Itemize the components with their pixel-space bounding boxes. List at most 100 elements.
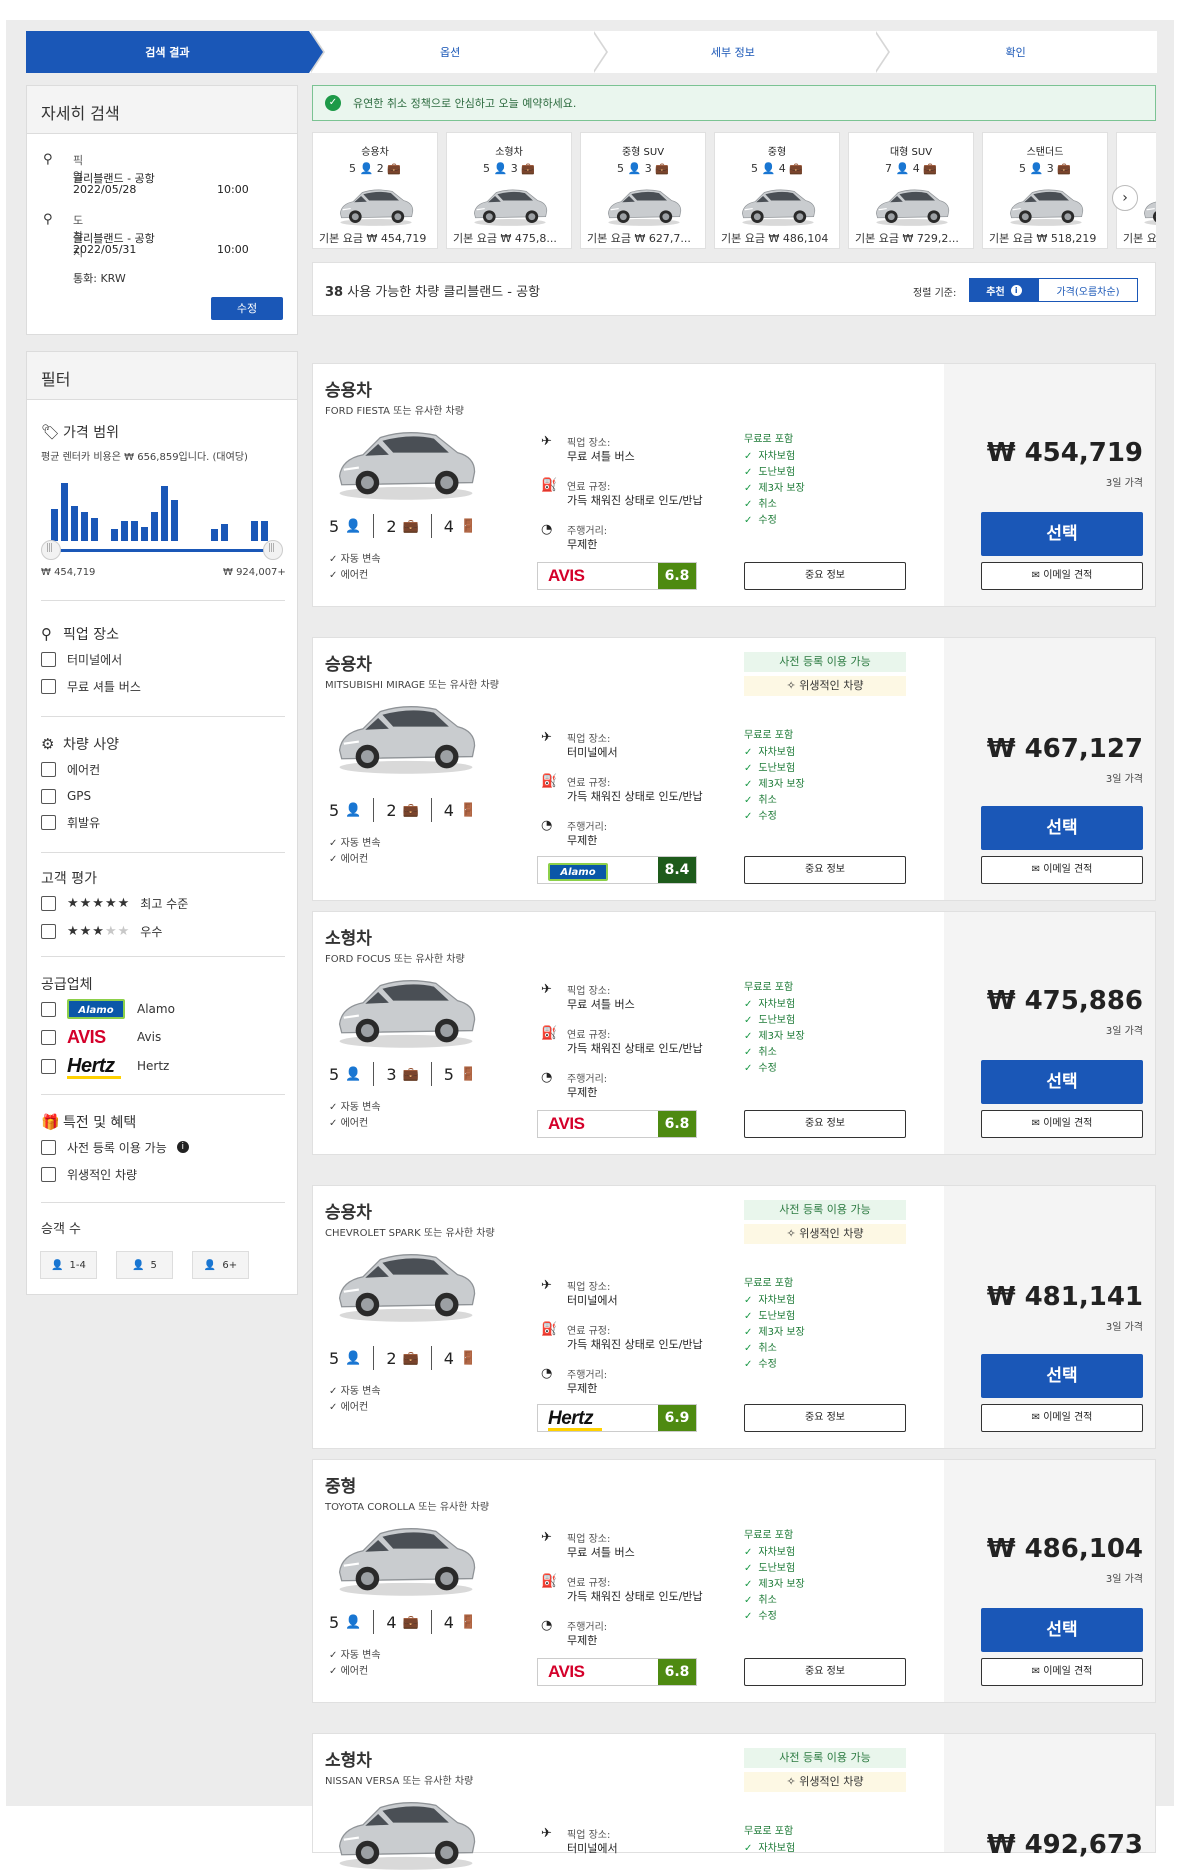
location-pin-icon: ⚲ [43, 152, 53, 167]
included-item: ✓제3자 보장 [744, 479, 805, 494]
pax-5-button[interactable]: 👤5 [116, 1251, 173, 1279]
checkbox[interactable] [41, 652, 56, 667]
plane-icon: ✈ [541, 1530, 552, 1545]
checkbox[interactable] [41, 924, 56, 939]
checkbox[interactable] [41, 1140, 56, 1155]
price-slider-min-handle[interactable] [41, 540, 61, 560]
sort-label: 정렬 기준: [913, 284, 956, 299]
category-card[interactable]: 스탠더드5 👤 3 💼기본 요금 ₩ 518,219 [982, 132, 1108, 249]
fuel-pump-icon: ⛽ [541, 1574, 557, 1589]
category-card[interactable]: 중형 SUV5 👤 3 💼기본 요금 ₩ 627,7... [580, 132, 706, 249]
filter-supplier-avis[interactable]: AVISAvis [41, 1028, 161, 1046]
filter-rating-good[interactable]: ★★★★★우수 [41, 922, 162, 940]
price-slider-track[interactable] [51, 549, 273, 552]
checkbox[interactable] [41, 896, 56, 911]
vendor-rating[interactable]: AVIS6.8 [537, 1110, 697, 1138]
histogram-bar [81, 512, 88, 541]
important-info-button[interactable]: 중요 정보 [744, 856, 906, 884]
step-2[interactable]: 옵션 [309, 31, 592, 73]
vendor-rating[interactable]: Alamo8.4 [537, 856, 697, 884]
envelope-icon: ✉ [1032, 1412, 1040, 1423]
checkbox[interactable] [41, 789, 56, 804]
important-info-button[interactable]: 중요 정보 [744, 562, 906, 590]
clean-vehicle-badge: ✧ 위생적인 차량 [744, 1772, 906, 1792]
important-info-button[interactable]: 중요 정보 [744, 1658, 906, 1686]
checkbox[interactable] [41, 1002, 56, 1017]
price-range-title: 🏷가격 범위 [41, 422, 119, 442]
step-3[interactable]: 세부 정보 [592, 31, 875, 73]
email-quote-button[interactable]: ✉ 이메일 견적 [981, 1658, 1143, 1686]
person-icon: 👤 [896, 162, 910, 175]
category-price: 기본 요금 ₩ 486,104 [721, 230, 835, 246]
included-item: ✓수정 [744, 1607, 777, 1622]
person-icon: 👤 [132, 1260, 144, 1271]
sort-recommended-button[interactable]: 추천i [969, 278, 1039, 302]
email-quote-button[interactable]: ✉ 이메일 견적 [981, 856, 1143, 884]
category-name: 소형차 [447, 143, 571, 158]
listing-category: 승용차 [325, 376, 372, 401]
category-card[interactable]: 소형차5 👤 3 💼기본 요금 ₩ 475,8... [446, 132, 572, 249]
checkbox[interactable] [41, 1030, 56, 1045]
select-button[interactable]: 선택 [981, 512, 1143, 556]
histogram-bar [121, 521, 128, 541]
included-item: ✓취소 [744, 1339, 777, 1354]
filter-spec-gasoline[interactable]: 휘발유 [41, 813, 100, 831]
feature-aircon: ✓ 에어컨 [329, 1398, 368, 1413]
filter-deal-clean[interactable]: 위생적인 차량 [41, 1165, 137, 1183]
category-card[interactable]: 대형 SUV7 👤 4 💼기본 요금 ₩ 729,2... [848, 132, 974, 249]
vendor-rating[interactable]: AVIS6.8 [537, 1658, 697, 1686]
checkbox[interactable] [41, 1059, 56, 1074]
hertz-logo: Hertz [548, 1408, 606, 1430]
category-price: 기본 요금 ₩ 729,2... [855, 230, 969, 246]
step-4[interactable]: 확인 [874, 31, 1157, 73]
feature-auto: ✓ 자동 변속 [329, 1098, 381, 1113]
clean-vehicle-badge: ✧ 위생적인 차량 [744, 1224, 906, 1244]
checkbox[interactable] [41, 679, 56, 694]
checkbox[interactable] [41, 1167, 56, 1182]
select-button[interactable]: 선택 [981, 1354, 1143, 1398]
filter-pickup-terminal[interactable]: 터미널에서 [41, 650, 122, 668]
filter-spec-gps[interactable]: GPS [41, 787, 91, 805]
category-name: 승용차 [313, 143, 437, 158]
filter-pickup-shuttle[interactable]: 무료 셔틀 버스 [41, 677, 141, 695]
category-specs: 5 👤 💼 [1117, 162, 1156, 175]
vendor-rating[interactable]: AVIS6.8 [537, 562, 697, 590]
email-quote-button[interactable]: ✉ 이메일 견적 [981, 1404, 1143, 1432]
filter-spec-aircon[interactable]: 에어컨 [41, 760, 100, 778]
price-slider-max-handle[interactable] [263, 540, 283, 560]
car-image [326, 181, 426, 227]
car-image [331, 1786, 481, 1872]
select-button[interactable]: 선택 [981, 806, 1143, 850]
car-listing: 승용차FORD FIESTA 또는 유사한 차량5👤2💼4🚪✓ 자동 변속✓ 에… [312, 363, 1156, 607]
histogram-bar [141, 527, 148, 542]
checkbox[interactable] [41, 815, 56, 830]
info-icon: i [1011, 285, 1022, 296]
select-button[interactable]: 선택 [981, 1608, 1143, 1652]
email-quote-button[interactable]: ✉ 이메일 견적 [981, 1110, 1143, 1138]
category-specs: 7 👤 4 💼 [849, 162, 973, 175]
important-info-button[interactable]: 중요 정보 [744, 1110, 906, 1138]
pax-6plus-button[interactable]: 👤6+ [192, 1251, 249, 1279]
step-1: 검색 결과 [26, 31, 309, 73]
speedometer-icon: ◔ [541, 818, 552, 833]
filter-supplier-hertz[interactable]: HertzHertz [41, 1057, 169, 1075]
pax-1-4-button[interactable]: 👤1-4 [40, 1251, 97, 1279]
checkbox[interactable] [41, 762, 56, 777]
important-info-button[interactable]: 중요 정보 [744, 1404, 906, 1432]
category-card[interactable]: 승용차5 👤 2 💼기본 요금 ₩ 454,719 [312, 132, 438, 249]
check-icon: ✓ [744, 451, 752, 462]
select-button[interactable]: 선택 [981, 1060, 1143, 1104]
filter-rating-top[interactable]: ★★★★★최고 수준 [41, 894, 188, 912]
edit-search-button[interactable]: 수정 [211, 297, 283, 320]
email-quote-button[interactable]: ✉ 이메일 견적 [981, 562, 1143, 590]
sort-price-button[interactable]: 가격(오름차순) [1038, 278, 1138, 302]
person-icon: 👤 [494, 162, 508, 175]
vendor-rating[interactable]: Hertz6.9 [537, 1404, 697, 1432]
category-card[interactable]: 중형5 👤 4 💼기본 요금 ₩ 486,104 [714, 132, 840, 249]
bag-icon: 💼 [655, 162, 669, 175]
filter-deal-precheck[interactable]: 사전 등록 이용 가능i [41, 1138, 189, 1156]
filter-supplier-alamo[interactable]: AlamoAlamo [41, 1000, 175, 1018]
carousel-next-button[interactable]: › [1112, 185, 1138, 211]
category-price: 기본 요금 ₩ 627,7... [587, 230, 701, 246]
info-icon[interactable]: i [177, 1141, 189, 1153]
